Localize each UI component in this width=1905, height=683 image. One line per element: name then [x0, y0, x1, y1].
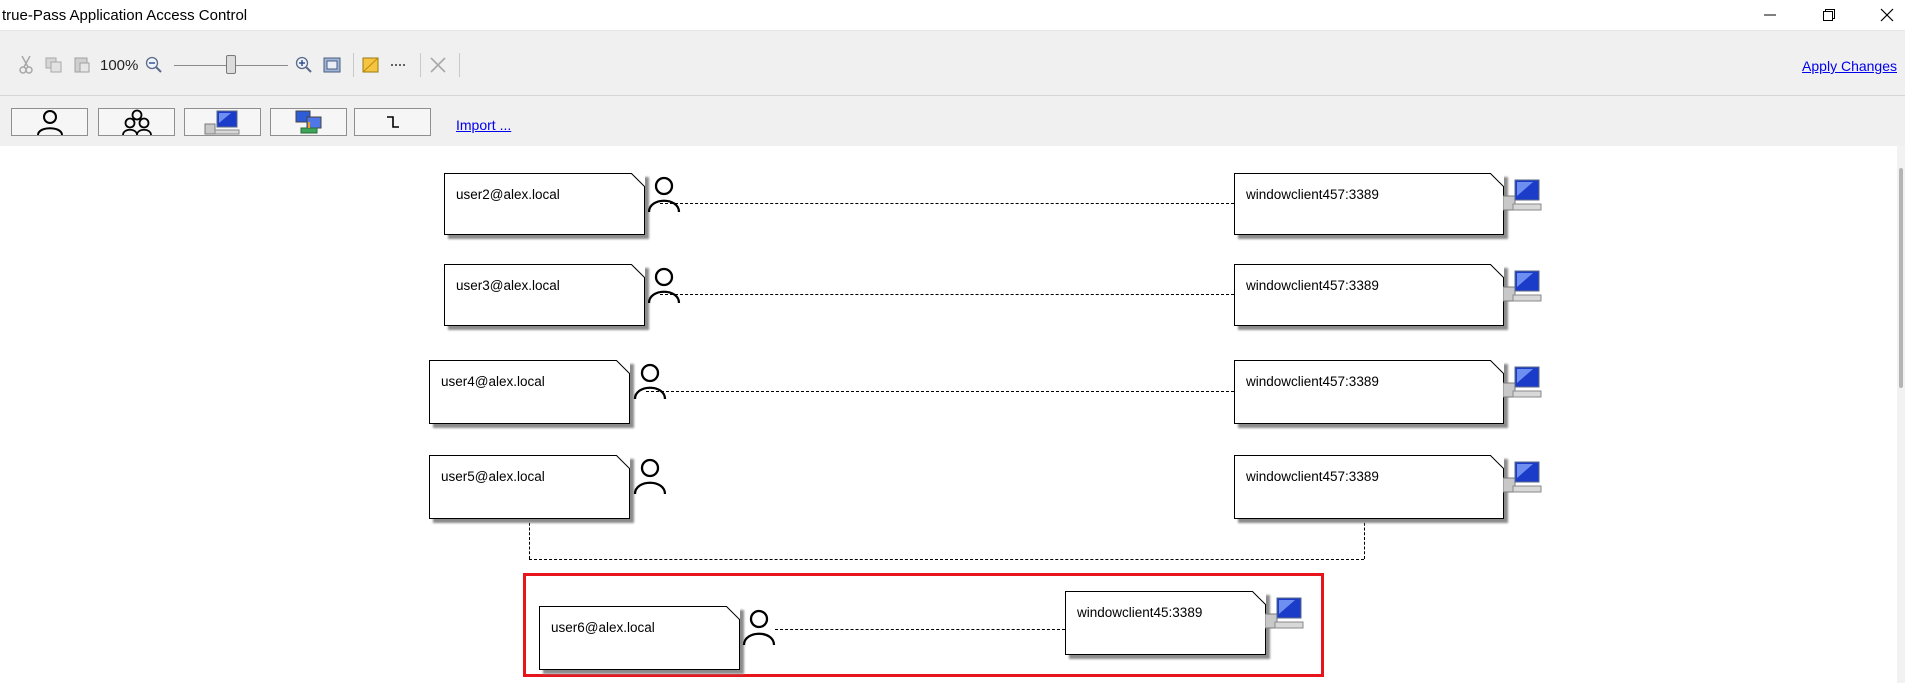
target-label: windowclient457:3389: [1246, 469, 1379, 484]
user-label: user3@alex.local: [456, 278, 560, 293]
connection-line[interactable]: [529, 559, 1364, 560]
fit-to-window-button[interactable]: [320, 53, 344, 77]
add-group-button[interactable]: [98, 108, 175, 136]
add-network-button[interactable]: [270, 108, 347, 136]
add-note-button[interactable]: [359, 53, 383, 77]
copy-button[interactable]: [42, 53, 66, 77]
group-icon: [121, 109, 152, 135]
dash-line-icon: [391, 64, 408, 66]
add-user-button[interactable]: [11, 108, 88, 136]
user-icon[interactable]: [647, 267, 681, 303]
target-note[interactable]: windowclient457:3389: [1234, 264, 1504, 326]
import-link[interactable]: Import ...: [456, 117, 511, 133]
network-icon: [295, 110, 321, 134]
note-icon: [362, 57, 379, 73]
computer-icon[interactable]: [1503, 460, 1543, 494]
target-label: windowclient45:3389: [1077, 605, 1203, 620]
zoom-slider[interactable]: [174, 53, 289, 77]
connection-line[interactable]: [660, 203, 1234, 204]
connector-icon: [386, 116, 399, 128]
user-icon[interactable]: [633, 363, 667, 399]
connection-line[interactable]: [529, 518, 530, 559]
user-icon[interactable]: [647, 176, 681, 212]
zoom-out-icon: [146, 56, 163, 73]
paste-icon: [74, 57, 90, 73]
computer-icon[interactable]: [1503, 365, 1543, 399]
zoom-in-icon: [296, 56, 313, 73]
target-note[interactable]: windowclient45:3389: [1065, 591, 1266, 655]
user-icon[interactable]: [633, 458, 667, 494]
scrollbar-thumb[interactable]: [1899, 168, 1903, 388]
target-label: windowclient457:3389: [1246, 278, 1379, 293]
restore-button[interactable]: [1806, 0, 1852, 30]
delete-button[interactable]: [426, 53, 450, 77]
add-connector-button[interactable]: [354, 108, 431, 136]
target-label: windowclient457:3389: [1246, 187, 1379, 202]
apply-changes-link[interactable]: Apply Changes: [1802, 58, 1897, 74]
user-note[interactable]: user4@alex.local: [429, 360, 630, 424]
fit-to-window-icon: [323, 57, 341, 73]
connection-line[interactable]: [646, 391, 1234, 392]
computer-icon: [204, 110, 239, 135]
shape-bar: Import ...: [0, 96, 1905, 146]
restore-icon: [1823, 9, 1835, 21]
copy-icon: [45, 57, 62, 73]
zoom-out-button[interactable]: [142, 53, 166, 77]
computer-icon[interactable]: [1503, 178, 1543, 212]
close-icon: [1880, 8, 1894, 22]
delete-icon: [430, 57, 446, 73]
user-note[interactable]: user5@alex.local: [429, 455, 630, 519]
connection-line[interactable]: [1364, 518, 1365, 559]
user-label: user6@alex.local: [551, 620, 655, 635]
user-label: user4@alex.local: [441, 374, 545, 389]
user-icon: [36, 110, 63, 135]
paste-button[interactable]: [70, 53, 94, 77]
minimize-button[interactable]: [1747, 0, 1793, 30]
add-computer-button[interactable]: [184, 108, 261, 136]
target-label: windowclient457:3389: [1246, 374, 1379, 389]
computer-icon[interactable]: [1503, 269, 1543, 303]
connection-line[interactable]: [775, 629, 1065, 630]
cut-icon: [19, 56, 33, 74]
close-button[interactable]: [1864, 0, 1905, 30]
target-note[interactable]: windowclient457:3389: [1234, 173, 1504, 235]
user-icon[interactable]: [742, 609, 776, 645]
user-note[interactable]: user3@alex.local: [444, 264, 645, 326]
main-toolbar: 100% Apply Changes: [0, 30, 1905, 96]
connection-line[interactable]: [660, 294, 1234, 295]
diagram-canvas[interactable]: user2@alex.local windowclient457:3389 us…: [0, 146, 1897, 683]
dash-line-button[interactable]: [387, 53, 411, 77]
cut-button[interactable]: [14, 53, 38, 77]
zoom-slider-thumb[interactable]: [226, 55, 237, 74]
user-label: user2@alex.local: [456, 187, 560, 202]
zoom-level: 100%: [100, 56, 139, 74]
window-title: true-Pass Application Access Control: [2, 7, 248, 24]
computer-icon[interactable]: [1265, 596, 1305, 630]
target-note[interactable]: windowclient457:3389: [1234, 455, 1504, 519]
target-note[interactable]: windowclient457:3389: [1234, 360, 1504, 424]
user-label: user5@alex.local: [441, 469, 545, 484]
user-note[interactable]: user2@alex.local: [444, 173, 645, 235]
user-note[interactable]: user6@alex.local: [539, 606, 740, 670]
zoom-in-button[interactable]: [292, 53, 316, 77]
vertical-scrollbar[interactable]: [1897, 146, 1905, 683]
title-bar: true-Pass Application Access Control: [0, 0, 1905, 30]
minimize-icon: [1764, 14, 1776, 16]
